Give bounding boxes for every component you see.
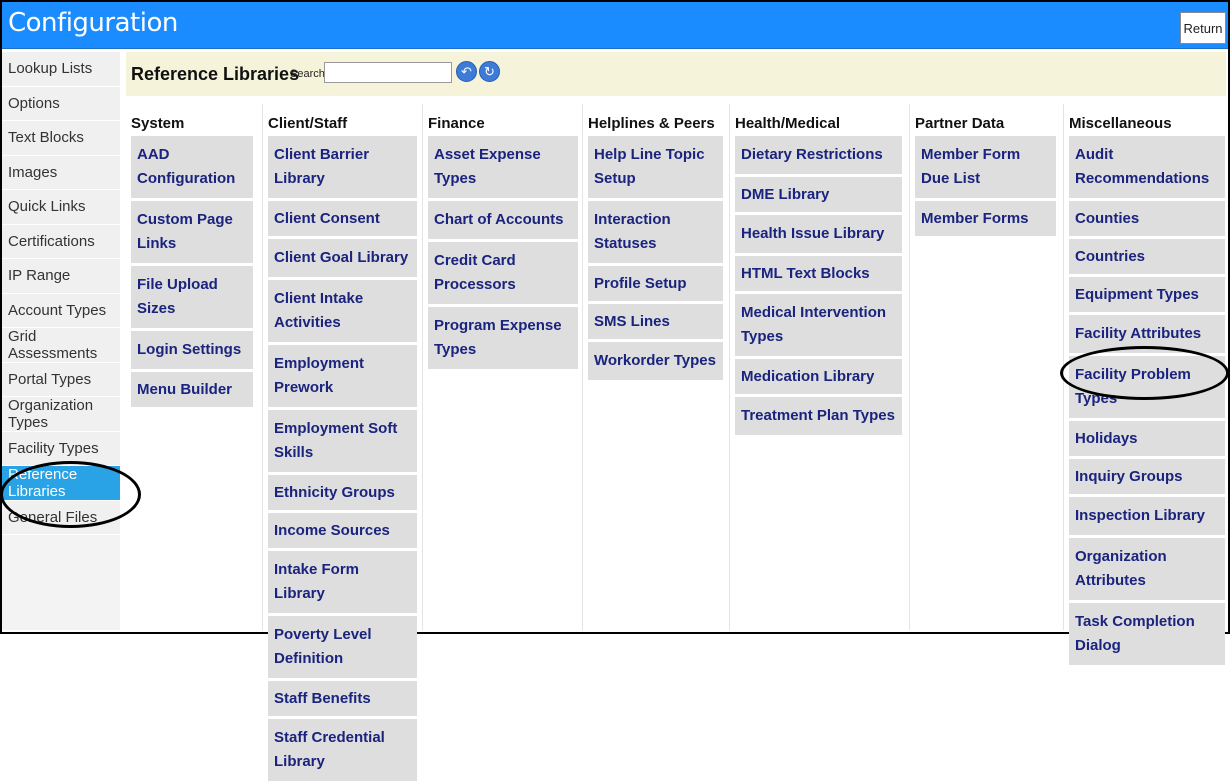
library-link-income-sources[interactable]: Income Sources <box>268 513 417 548</box>
library-link-interaction-statuses[interactable]: Interaction Statuses <box>588 201 723 263</box>
sidebar-item-text-blocks[interactable]: Text Blocks <box>2 121 120 156</box>
library-link-staff-benefits[interactable]: Staff Benefits <box>268 681 417 716</box>
library-link-member-forms[interactable]: Member Forms <box>915 201 1056 236</box>
sidebar-item-organization-types[interactable]: Organization Types <box>2 397 120 432</box>
sidebar-item-portal-types[interactable]: Portal Types <box>2 362 120 397</box>
library-link-organization-attributes[interactable]: Organization Attributes <box>1069 538 1225 600</box>
library-link-member-form-due-list[interactable]: Member Form Due List <box>915 136 1056 198</box>
sidebar-item-reference-libraries[interactable]: Reference Libraries <box>2 466 120 501</box>
column-heading: Client/Staff <box>268 115 348 132</box>
library-link-staff-credential-library[interactable]: Staff Credential Library <box>268 719 417 781</box>
library-link-inquiry-groups[interactable]: Inquiry Groups <box>1069 459 1225 494</box>
reference-libraries-header: Reference Libraries Search: ↶ ↻ <box>126 52 1226 96</box>
sidebar-item-certifications[interactable]: Certifications <box>2 224 120 259</box>
library-list: Member Form Due List Member Forms <box>915 136 1056 239</box>
library-link-medication-library[interactable]: Medication Library <box>735 359 902 394</box>
sidebar-item-general-files[interactable]: General Files <box>2 500 120 535</box>
library-link-counties[interactable]: Counties <box>1069 201 1225 236</box>
column-heading: Finance <box>428 115 485 132</box>
library-link-client-consent[interactable]: Client Consent <box>268 201 417 236</box>
library-link-task-completion-dialog[interactable]: Task Completion Dialog <box>1069 603 1225 665</box>
library-link-inspection-library[interactable]: Inspection Library <box>1069 497 1225 535</box>
column-client-staff: Client/Staff Client Barrier Library Client… <box>262 104 423 781</box>
library-link-program-expense-types[interactable]: Program Expense Types <box>428 307 578 369</box>
column-heading: Health/Medical <box>735 115 841 132</box>
page-title: Reference Libraries <box>131 64 300 84</box>
column-health-medical: Health/Medical Dietary Restrictions DME Li… <box>729 104 910 630</box>
sidebar-item-options[interactable]: Options <box>2 86 120 121</box>
library-link-login-settings[interactable]: Login Settings <box>131 331 253 369</box>
sidebar-item-account-types[interactable]: Account Types <box>2 293 120 328</box>
library-link-treatment-plan-types[interactable]: Treatment Plan Types <box>735 397 902 435</box>
library-link-countries[interactable]: Countries <box>1069 239 1225 274</box>
library-list: Help Line Topic Setup Interaction Statuse… <box>588 136 723 383</box>
sidebar-item-images[interactable]: Images <box>2 155 120 190</box>
search-label: Search: <box>290 68 328 80</box>
library-link-equipment-types[interactable]: Equipment Types <box>1069 277 1225 312</box>
library-link-poverty-level-definition[interactable]: Poverty Level Definition <box>268 616 417 678</box>
library-link-ethnicity-groups[interactable]: Ethnicity Groups <box>268 475 417 510</box>
column-helplines-peers: Helplines & Peers Help Line Topic Setup In… <box>582 104 730 630</box>
library-link-medical-intervention-types[interactable]: Medical Intervention Types <box>735 294 902 356</box>
library-list: AAD Configuration Custom Page Links File U… <box>131 136 253 410</box>
library-link-dme-library[interactable]: DME Library <box>735 177 902 212</box>
library-link-holidays[interactable]: Holidays <box>1069 421 1225 456</box>
library-link-audit-recommendations[interactable]: Audit Recommendations <box>1069 136 1225 198</box>
sidebar: Lookup Lists Options Text Blocks Images … <box>2 52 120 630</box>
sidebar-item-lookup-lists[interactable]: Lookup Lists <box>2 52 120 87</box>
app-title: Configuration <box>8 8 178 38</box>
library-list: Client Barrier Library Client Consent Clie… <box>268 136 417 784</box>
sidebar-item-ip-range[interactable]: IP Range <box>2 259 120 294</box>
library-link-employment-prework[interactable]: Employment Prework <box>268 345 417 407</box>
column-miscellaneous: Miscellaneous Audit Recommendations Counti… <box>1063 104 1227 665</box>
library-list: Asset Expense Types Chart of Accounts Cred… <box>428 136 578 372</box>
library-link-credit-card-processors[interactable]: Credit Card Processors <box>428 242 578 304</box>
column-partner-data: Partner Data Member Form Due List Member F… <box>909 104 1064 630</box>
library-link-help-line-topic-setup[interactable]: Help Line Topic Setup <box>588 136 723 198</box>
sidebar-item-facility-types[interactable]: Facility Types <box>2 431 120 466</box>
refresh-icon[interactable]: ↻ <box>479 61 500 82</box>
return-button[interactable]: Return <box>1180 12 1226 44</box>
library-list: Audit Recommendations Counties Countries Eq… <box>1069 136 1225 668</box>
column-heading: System <box>131 115 185 132</box>
column-heading: Miscellaneous <box>1069 115 1172 132</box>
library-link-health-issue-library[interactable]: Health Issue Library <box>735 215 902 253</box>
library-link-client-goal-library[interactable]: Client Goal Library <box>268 239 417 277</box>
title-bar: Configuration Return <box>2 2 1228 49</box>
library-link-dietary-restrictions[interactable]: Dietary Restrictions <box>735 136 902 174</box>
library-list: Dietary Restrictions DME Library Health Is… <box>735 136 902 438</box>
search-input[interactable] <box>324 62 452 83</box>
library-link-client-intake-activities[interactable]: Client Intake Activities <box>268 280 417 342</box>
library-link-employment-soft-skills[interactable]: Employment Soft Skills <box>268 410 417 472</box>
library-link-workorder-types[interactable]: Workorder Types <box>588 342 723 380</box>
main-content: Reference Libraries Search: ↶ ↻ System AA… <box>126 52 1227 781</box>
back-arrow-icon[interactable]: ↶ <box>456 61 477 82</box>
library-link-menu-builder[interactable]: Menu Builder <box>131 372 253 407</box>
library-link-facility-attributes[interactable]: Facility Attributes <box>1069 315 1225 353</box>
library-link-html-text-blocks[interactable]: HTML Text Blocks <box>735 256 902 291</box>
library-link-aad-configuration[interactable]: AAD Configuration <box>131 136 253 198</box>
sidebar-item-quick-links[interactable]: Quick Links <box>2 190 120 225</box>
column-finance: Finance Asset Expense Types Chart of Accou… <box>422 104 583 630</box>
library-link-asset-expense-types[interactable]: Asset Expense Types <box>428 136 578 198</box>
column-heading: Partner Data <box>915 115 1005 132</box>
library-link-sms-lines[interactable]: SMS Lines <box>588 304 723 339</box>
column-system: System AAD Configuration Custom Page Links… <box>126 104 262 630</box>
library-link-client-barrier-library[interactable]: Client Barrier Library <box>268 136 417 198</box>
sidebar-item-grid-assessments[interactable]: Grid Assessments <box>2 328 120 363</box>
library-link-profile-setup[interactable]: Profile Setup <box>588 266 723 301</box>
library-link-chart-of-accounts[interactable]: Chart of Accounts <box>428 201 578 239</box>
library-link-file-upload-sizes[interactable]: File Upload Sizes <box>131 266 253 328</box>
column-heading: Helplines & Peers <box>588 115 715 132</box>
library-link-custom-page-links[interactable]: Custom Page Links <box>131 201 253 263</box>
library-link-intake-form-library[interactable]: Intake Form Library <box>268 551 417 613</box>
library-link-facility-problem-types[interactable]: Facility Problem Types <box>1069 356 1225 418</box>
